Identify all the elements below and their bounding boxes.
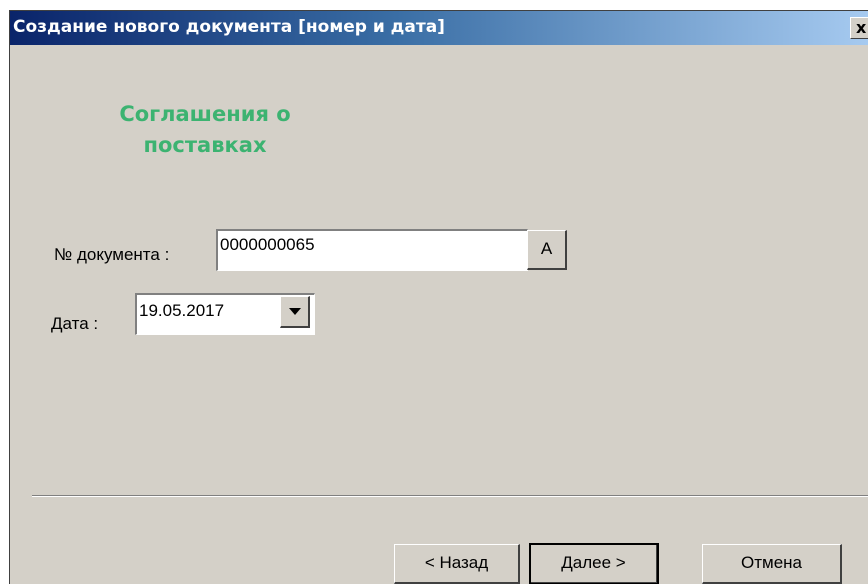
auto-number-button[interactable]: A (527, 230, 567, 270)
document-number-label: № документа : (54, 245, 170, 264)
close-button[interactable]: x (850, 17, 868, 39)
document-number-field[interactable]: 0000000065 (216, 229, 528, 271)
chevron-down-icon (289, 308, 301, 315)
close-icon: x (856, 18, 867, 37)
new-document-dialog: Создание нового документа [номер и дата]… (9, 10, 868, 584)
back-button[interactable]: < Назад (394, 544, 520, 584)
window-title: Создание нового документа [номер и дата] (13, 17, 445, 37)
date-label: Дата : (51, 314, 99, 333)
document-type-heading: Соглашения о поставках (119, 102, 291, 157)
next-button[interactable]: Далее > (529, 543, 659, 584)
title-bar[interactable]: Создание нового документа [номер и дата]… (10, 11, 868, 45)
cancel-button[interactable]: Отмена (702, 544, 842, 584)
divider (32, 495, 868, 497)
date-dropdown-button[interactable] (280, 296, 310, 328)
